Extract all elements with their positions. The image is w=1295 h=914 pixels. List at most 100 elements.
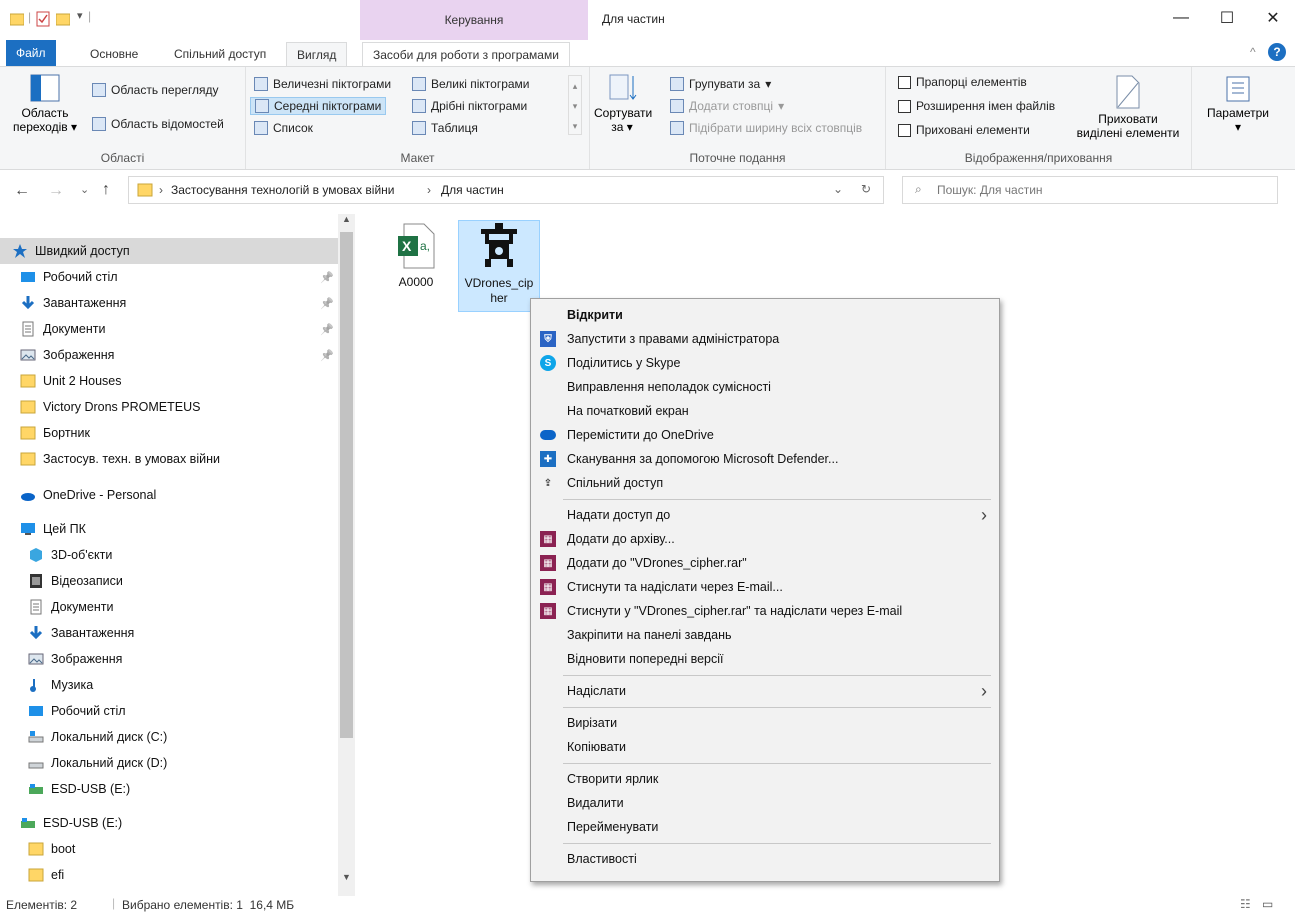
nav-item[interactable]: Застосув. техн. в умовах війни <box>0 446 340 472</box>
breadcrumb-item-1[interactable]: Застосування технологій в умовах війни <box>171 183 394 197</box>
nav-pane-button[interactable]: Область переходів ▾ <box>8 73 82 134</box>
nav-item[interactable]: Зображення 📌 <box>0 342 340 368</box>
nav-quick-access[interactable]: Швидкий доступ <box>0 238 340 264</box>
menu-item[interactable]: Вирізати <box>531 711 999 735</box>
nav-item[interactable]: Unit 2 Houses <box>0 368 340 394</box>
menu-item[interactable]: ▦ Додати до архіву... <box>531 527 999 551</box>
nav-this-pc[interactable]: Цей ПК <box>0 516 340 542</box>
scroll-down-icon[interactable]: ▼ <box>342 872 351 882</box>
nav-item[interactable]: Документи 📌 <box>0 316 340 342</box>
menu-item[interactable]: Надіслати › <box>531 679 999 703</box>
menu-item[interactable]: S Поділитись у Skype <box>531 351 999 375</box>
layout-scroll[interactable]: ▴ ▾ ▾ <box>568 75 582 135</box>
nav-item[interactable]: Музика <box>0 672 340 698</box>
view-list[interactable]: Список <box>254 121 313 135</box>
back-icon[interactable]: ← <box>14 182 30 200</box>
menu-item[interactable]: На початковий екран <box>531 399 999 423</box>
tab-share[interactable]: Спільний доступ <box>164 42 276 66</box>
pin-icon[interactable]: 📌 <box>320 271 334 284</box>
maximize-button[interactable]: ☐ <box>1204 0 1250 36</box>
up-icon[interactable]: ↑ <box>102 181 110 199</box>
nav-item[interactable]: Завантаження <box>0 620 340 646</box>
pin-icon[interactable]: 📌 <box>320 323 334 336</box>
view-details[interactable]: Таблиця <box>412 121 478 135</box>
close-button[interactable]: ✕ <box>1250 0 1295 36</box>
add-columns-button[interactable]: Додати стовпці ▾ <box>670 99 784 113</box>
nav-item[interactable]: Документи <box>0 594 340 620</box>
pin-icon[interactable]: 📌 <box>320 349 334 362</box>
menu-item[interactable]: Відкрити <box>531 303 999 327</box>
scroll-up-icon[interactable]: ▲ <box>342 214 351 224</box>
details-pane-button[interactable]: Область відомостей <box>92 117 224 131</box>
nav-item[interactable]: ESD-USB (E:) <box>0 776 340 802</box>
refresh-icon[interactable]: ↻ <box>861 182 871 196</box>
menu-item[interactable]: ⛨ Запустити з правами адміністратора <box>531 327 999 351</box>
nav-usb-drive[interactable]: ESD-USB (E:) <box>0 810 340 836</box>
nav-item[interactable]: Зображення <box>0 646 340 672</box>
nav-item[interactable]: Відеозаписи <box>0 568 340 594</box>
menu-item[interactable]: ▦ Стиснути у "VDrones_cipher.rar" та наді… <box>531 599 999 623</box>
tab-app-tools[interactable]: Засоби для роботи з програмами <box>362 42 570 66</box>
menu-item[interactable]: Перейменувати <box>531 815 999 839</box>
tab-view[interactable]: Вигляд <box>286 42 348 66</box>
menu-item[interactable]: Створити ярлик <box>531 767 999 791</box>
search-input[interactable]: ⌕ Пошук: Для частин <box>902 176 1278 204</box>
large-icons-view-icon[interactable]: ▭ <box>1262 897 1273 911</box>
tab-file[interactable]: Файл <box>6 40 56 66</box>
menu-item[interactable]: Закріпити на панелі завдань <box>531 623 999 647</box>
forward-icon[interactable]: → <box>48 182 64 200</box>
menu-item[interactable]: Виправлення неполадок сумісності <box>531 375 999 399</box>
file-extensions-toggle[interactable]: Розширення імен файлів <box>898 99 1055 113</box>
nav-scrollbar-thumb[interactable] <box>340 232 353 738</box>
size-columns-button[interactable]: Підібрати ширину всіх стовпців <box>670 121 862 135</box>
nav-item[interactable]: 3D-об'єкти <box>0 542 340 568</box>
view-extra-large-icons[interactable]: Величезні піктограми <box>254 77 391 91</box>
menu-item[interactable]: ▦ Стиснути та надіслати через E-mail... <box>531 575 999 599</box>
nav-onedrive[interactable]: OneDrive - Personal <box>0 482 340 508</box>
view-large-icons[interactable]: Великі піктограми <box>412 77 530 91</box>
collapse-ribbon-icon[interactable]: ^ <box>1250 45 1256 59</box>
sort-by-button[interactable]: Сортувати за ▾ <box>594 73 652 134</box>
nav-item[interactable]: Victory Drons PROMETEUS <box>0 394 340 420</box>
nav-item[interactable]: Робочий стіл <box>0 698 340 724</box>
nav-item[interactable]: Бортник <box>0 420 340 446</box>
tab-home[interactable]: Основне <box>80 42 148 66</box>
file-item[interactable]: Xa, A0000 <box>376 220 456 289</box>
menu-item[interactable]: Відновити попередні версії <box>531 647 999 671</box>
view-medium-icons[interactable]: Середні піктограми <box>250 97 387 115</box>
menu-item[interactable]: Видалити <box>531 791 999 815</box>
nav-item[interactable]: Завантаження 📌 <box>0 290 340 316</box>
options-button[interactable]: Параметри ▾ <box>1198 75 1278 134</box>
contextual-tab-manage[interactable]: Керування <box>360 0 588 40</box>
nav-item[interactable]: efi <box>0 862 340 888</box>
new-folder-icon[interactable] <box>56 11 70 27</box>
address-bar[interactable]: › Застосування технологій в умовах війни… <box>128 176 884 204</box>
pin-icon[interactable]: 📌 <box>320 297 334 310</box>
preview-pane-button[interactable]: Область перегляду <box>92 83 219 97</box>
group-by-button[interactable]: Групувати за ▾ <box>670 77 771 91</box>
nav-item[interactable]: Локальний диск (C:) <box>0 724 340 750</box>
view-small-icons[interactable]: Дрібні піктограми <box>412 99 527 113</box>
recent-locations-icon[interactable]: ⌄ <box>80 183 89 196</box>
item-checkboxes-toggle[interactable]: Прапорці елементів <box>898 75 1027 89</box>
nav-item[interactable]: Локальний диск (D:) <box>0 750 340 776</box>
help-icon[interactable]: ? <box>1268 43 1286 61</box>
nav-item[interactable]: boot <box>0 836 340 862</box>
menu-item[interactable]: Властивості <box>531 847 999 871</box>
menu-item[interactable]: Надати доступ до › <box>531 503 999 527</box>
qa-customize-icon[interactable]: ▾ <box>77 9 83 22</box>
file-item-selected[interactable]: VDrones_cipher <box>458 220 540 312</box>
hide-selected-button[interactable]: Приховати виділені елементи <box>1072 75 1184 140</box>
menu-item[interactable]: Копіювати <box>531 735 999 759</box>
hidden-items-toggle[interactable]: Приховані елементи <box>898 123 1030 137</box>
nav-item[interactable]: Робочий стіл 📌 <box>0 264 340 290</box>
menu-item[interactable]: ⇪ Спільний доступ <box>531 471 999 495</box>
breadcrumb-item-2[interactable]: Для частин <box>441 183 504 197</box>
properties-icon[interactable] <box>36 11 50 27</box>
menu-item[interactable]: ✚ Сканування за допомогою Microsoft Defen… <box>531 447 999 471</box>
menu-item[interactable]: ▦ Додати до "VDrones_cipher.rar" <box>531 551 999 575</box>
minimize-button[interactable]: — <box>1158 0 1204 36</box>
menu-item[interactable]: Перемістити до OneDrive <box>531 423 999 447</box>
details-view-icon[interactable]: ☷ <box>1240 897 1251 911</box>
address-dropdown-icon[interactable]: ⌄ <box>833 182 843 196</box>
